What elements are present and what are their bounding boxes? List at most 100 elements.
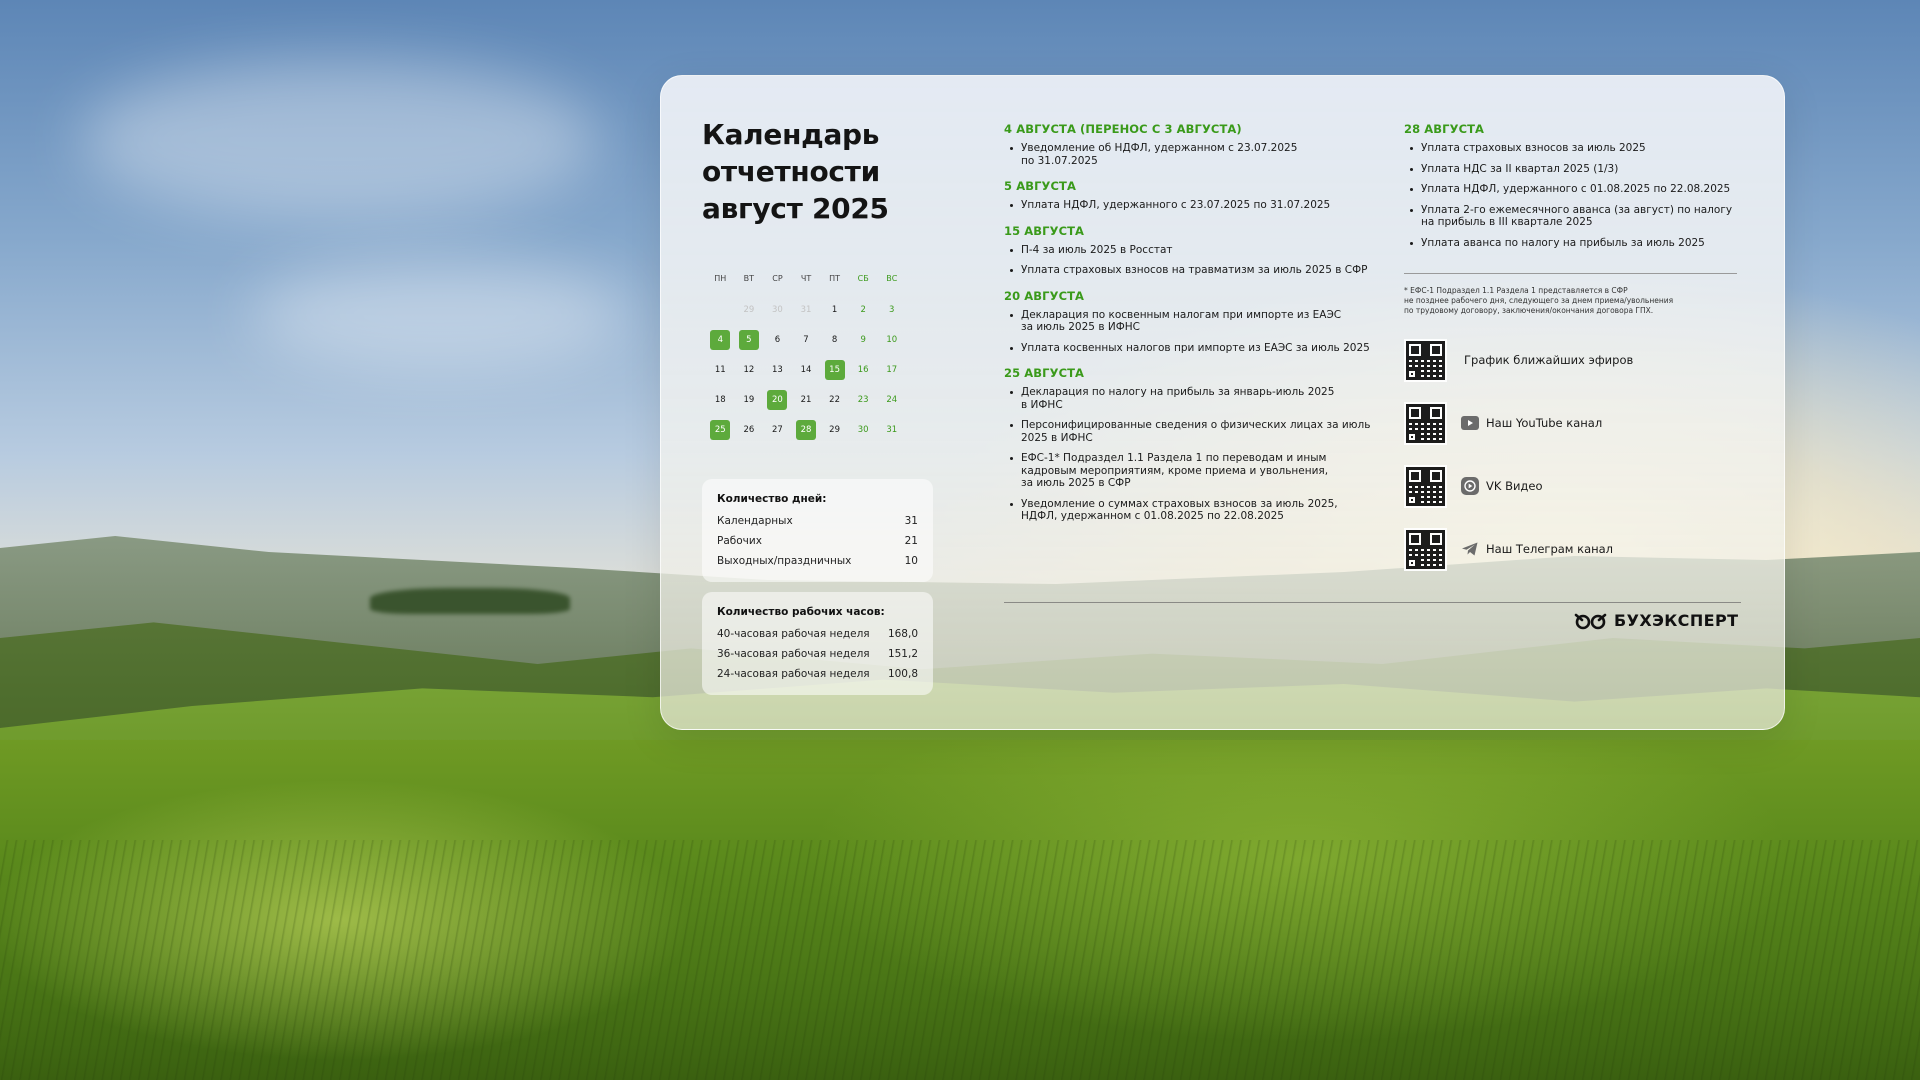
calendar-day[interactable]: 1 (820, 300, 849, 320)
deadline-item: П-4 за июль 2025 в Росстат (1004, 244, 1384, 257)
deadline-item: Уплата НДФЛ, удержанного с 01.08.2025 по… (1404, 183, 1739, 196)
stat-row: 40-часовая рабочая неделя 168,0 (717, 624, 918, 644)
calendar-day[interactable]: 9 (849, 330, 878, 350)
deadline-item: ЕФС-1* Подраздел 1.1 Раздела 1 по перево… (1004, 452, 1384, 490)
qr-link-label: График ближайших эфиров (1464, 353, 1634, 367)
cloud (80, 60, 600, 220)
stat-label: Рабочих (717, 535, 762, 547)
qr-code[interactable] (1404, 527, 1447, 571)
footnote-divider (1404, 273, 1737, 274)
calendar-day[interactable]: 19 (735, 390, 764, 410)
calendar-day[interactable]: 31 (792, 300, 821, 320)
stat-label: Календарных (717, 515, 793, 527)
calendar-day-number: 21 (800, 395, 812, 405)
stat-row: Календарных 31 (717, 511, 918, 531)
qr-link-item[interactable]: Наш Телеграм канал (1404, 527, 1737, 571)
bottom-divider (1004, 602, 1741, 603)
stat-value: 31 (904, 515, 918, 527)
calendar-day[interactable]: 26 (735, 420, 764, 440)
calendar-day-number: 15 (824, 360, 845, 380)
calendar-day[interactable]: 18 (706, 390, 735, 410)
qr-link-label: VK Видео (1486, 479, 1543, 493)
cloud (250, 260, 630, 370)
calendar-day-deadline[interactable]: 20 (763, 390, 792, 410)
stat-row: Рабочих 21 (717, 531, 918, 551)
telegram-icon (1461, 540, 1479, 558)
deadline-item: Уплата косвенных налогов при импорте из … (1004, 342, 1384, 355)
hours-count-title: Количество рабочих часов: (717, 606, 885, 618)
calendar-weekday-header: ПН ВТ СР ЧТ ПТ СБ ВС (706, 273, 906, 285)
calendar-day[interactable]: 2 (849, 300, 878, 320)
calendar-day[interactable]: 8 (820, 330, 849, 350)
weekday-label: СБ (857, 274, 869, 283)
calendar-day-number: 18 (714, 395, 726, 405)
qr-code[interactable] (1404, 338, 1447, 382)
deadline-date: 28 АВГУСТА (1404, 122, 1485, 136)
days-count-box: Количество дней: Календарных 31 Рабочих 21 В… (702, 479, 933, 582)
calendar-day[interactable]: 21 (792, 390, 821, 410)
qr-link-item[interactable]: VK Видео (1404, 464, 1737, 508)
stat-label: Выходных/праздничных (717, 555, 852, 567)
calendar-day-deadline[interactable]: 15 (820, 360, 849, 380)
stat-label: 36-часовая рабочая неделя (717, 648, 870, 660)
calendar-day[interactable]: 27 (763, 420, 792, 440)
deadline-date: 4 АВГУСТА (ПЕРЕНОС С 3 АВГУСТА) (1004, 122, 1242, 136)
stat-row: 36-часовая рабочая неделя 151,2 (717, 644, 918, 664)
calendar-day[interactable]: 10 (877, 330, 906, 350)
calendar-week: 25 26 27 28 29 30 31 (706, 415, 906, 445)
calendar-day[interactable]: 6 (763, 330, 792, 350)
calendar-week: 11 12 13 14 15 16 17 (706, 355, 906, 385)
calendar-day[interactable]: 7 (792, 330, 821, 350)
calendar-day[interactable]: 13 (763, 360, 792, 380)
calendar-day-number: 3 (889, 305, 895, 315)
calendar-day[interactable]: 11 (706, 360, 735, 380)
calendar-day[interactable]: 16 (849, 360, 878, 380)
calendar-day-number: 19 (743, 395, 755, 405)
calendar-day-deadline[interactable]: 28 (792, 420, 821, 440)
calendar-day-number: 31 (800, 305, 812, 315)
qr-code[interactable] (1404, 464, 1447, 508)
calendar-day-number: 30 (857, 425, 869, 435)
weekday-label: ВТ (743, 274, 755, 283)
calendar-day-number: 8 (831, 335, 838, 345)
qr-finder (1406, 493, 1418, 506)
calendar-day-number: 29 (743, 305, 755, 315)
calendar-day-number: 14 (800, 365, 812, 375)
deadline-item: Декларация по налогу на прибыль за январ… (1004, 386, 1384, 411)
weekday-label: ПТ (829, 274, 841, 283)
youtube-icon (1461, 414, 1479, 432)
qr-code[interactable] (1404, 401, 1447, 445)
calendar-day[interactable]: 30 (849, 420, 878, 440)
calendar-day-deadline[interactable]: 25 (706, 420, 735, 440)
stat-label: 24-часовая рабочая неделя (717, 668, 870, 680)
calendar-day[interactable]: 24 (877, 390, 906, 410)
calendar-day-number: 23 (857, 395, 869, 405)
calendar-day[interactable]: 22 (820, 390, 849, 410)
weekday-label: СР (772, 274, 783, 283)
calendar-day[interactable]: 23 (849, 390, 878, 410)
qr-link-item[interactable]: Наш YouTube канал (1404, 401, 1737, 445)
calendar-day[interactable]: 29 (735, 300, 764, 320)
calendar-day[interactable]: 30 (763, 300, 792, 320)
brand-name: БУХЭКСПЕРТ (1614, 611, 1739, 630)
deadline-item: Уведомление о суммах страховых взносов з… (1004, 498, 1384, 523)
brand-logo[interactable]: БУХЭКСПЕРТ (1574, 611, 1738, 630)
calendar-day[interactable]: 14 (792, 360, 821, 380)
calendar-day-number: 17 (886, 365, 898, 375)
qr-link-label: Наш Телеграм канал (1486, 542, 1614, 556)
stat-value: 151,2 (887, 648, 918, 660)
qr-link-item[interactable]: График ближайших эфиров (1404, 338, 1737, 382)
calendar-day-number: 11 (714, 365, 726, 375)
calendar-day[interactable]: 31 (877, 420, 906, 440)
calendar-day-deadline[interactable]: 5 (735, 330, 764, 350)
stat-label: 40-часовая рабочая неделя (717, 628, 870, 640)
calendar-day-number: 28 (796, 420, 817, 440)
deadline-date: 25 АВГУСТА (1004, 366, 1085, 380)
calendar-day-deadline[interactable]: 4 (706, 330, 735, 350)
calendar-day[interactable]: 29 (820, 420, 849, 440)
calendar-day[interactable]: 17 (877, 360, 906, 380)
calendar-day[interactable]: 3 (877, 300, 906, 320)
calendar-day[interactable]: 12 (735, 360, 764, 380)
tree-line (370, 588, 570, 614)
qr-finder (1406, 367, 1418, 380)
